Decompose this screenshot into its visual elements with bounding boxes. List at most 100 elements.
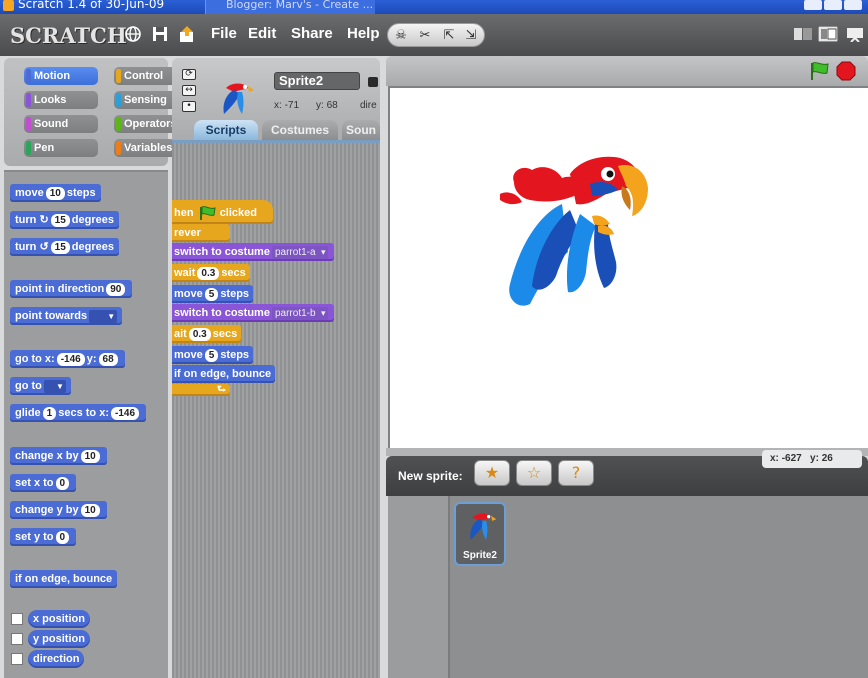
rotation-style-left-right-icon[interactable]: ↔ <box>182 85 196 96</box>
block-input[interactable]: -146 <box>56 352 85 366</box>
block-input[interactable]: 0 <box>55 476 70 490</box>
paint-new-sprite-icon[interactable]: ★ <box>474 460 510 486</box>
block-input[interactable]: 90 <box>106 282 126 296</box>
costume-dropdown[interactable]: parrot1-b <box>271 306 328 320</box>
checkbox-direction[interactable] <box>11 653 23 665</box>
block-turn-clockwise[interactable]: turn ↻ 15 degrees <box>10 211 119 229</box>
rotation-style-none-icon[interactable]: • <box>182 101 196 112</box>
block-switch-costume-a[interactable]: switch to costume parrot1-a <box>172 243 334 261</box>
share-upload-icon[interactable] <box>178 25 196 43</box>
scissors-icon[interactable]: ✂ <box>416 27 434 45</box>
menu-file[interactable]: File <box>211 25 237 42</box>
block-input[interactable]: 15 <box>50 240 70 254</box>
reporter-x-position[interactable]: x position <box>28 610 90 628</box>
block-input[interactable]: 0 <box>55 530 70 544</box>
block-go-to-xy[interactable]: go to x: -146 y: 68 <box>10 350 125 368</box>
close-button[interactable] <box>844 0 862 10</box>
stop-sign-icon[interactable] <box>836 61 856 81</box>
block-text: set x to <box>15 477 54 489</box>
block-glide[interactable]: glide 1 secs to x: -146 <box>10 404 146 422</box>
block-wait-1[interactable]: wait 0.3 secs <box>172 264 250 282</box>
menu-share[interactable]: Share <box>291 25 333 42</box>
block-input[interactable]: 68 <box>98 352 118 366</box>
normal-stage-icon[interactable] <box>818 26 838 42</box>
block-wait-2[interactable]: ait 0.3 secs <box>172 325 242 343</box>
small-stage-icon[interactable] <box>793 26 813 42</box>
minimize-button[interactable] <box>804 0 822 10</box>
scripts-area[interactable]: hen clicked rever switch to costume parro… <box>172 140 380 678</box>
block-change-x[interactable]: change x by 10 <box>10 447 107 465</box>
checkbox-y-position[interactable] <box>11 633 23 645</box>
block-move-steps[interactable]: move 10 steps <box>10 184 101 202</box>
category-looks[interactable]: Looks <box>24 91 98 109</box>
block-input[interactable]: 5 <box>204 287 219 301</box>
maximize-button[interactable] <box>824 0 842 10</box>
lock-icon[interactable] <box>368 77 378 87</box>
sprite-name-field[interactable]: Sprite2 <box>274 72 360 90</box>
block-forever[interactable]: rever <box>172 224 230 242</box>
block-move-2[interactable]: move 5 steps <box>172 346 254 364</box>
rotation-style-all-around-icon[interactable]: ⟳ <box>182 69 196 80</box>
block-input[interactable]: 10 <box>80 503 100 517</box>
x-label: x: <box>274 100 282 111</box>
block-set-x[interactable]: set x to 0 <box>10 474 77 492</box>
category-motion[interactable]: Motion <box>24 67 98 85</box>
block-text: degrees <box>71 241 114 253</box>
forever-loop-end-icon: ⮑ <box>172 384 230 396</box>
grow-icon[interactable]: ⇱ <box>440 27 458 45</box>
category-sound[interactable]: Sound <box>24 115 98 133</box>
block-when-flag-clicked[interactable]: hen clicked <box>172 200 274 224</box>
block-text: if on edge, bounce <box>174 368 272 380</box>
shrink-icon[interactable]: ⇲ <box>462 27 480 45</box>
block-set-y[interactable]: set y to 0 <box>10 528 77 546</box>
stamp-icon[interactable]: ☠ <box>392 27 410 45</box>
category-pen[interactable]: Pen <box>24 139 98 157</box>
tab-sounds[interactable]: Soun <box>342 120 380 140</box>
stage-thumbnail-column[interactable] <box>388 496 450 678</box>
block-change-y[interactable]: change y by 10 <box>10 501 107 519</box>
tab-costumes[interactable]: Costumes <box>262 120 338 140</box>
taskbar-item[interactable]: Blogger: Marv's - Create ... <box>205 0 375 14</box>
block-if-on-edge-bounce[interactable]: if on edge, bounce <box>10 570 118 588</box>
block-input[interactable]: 5 <box>204 348 219 362</box>
green-flag-icon[interactable] <box>808 61 830 81</box>
parrot-sprite[interactable] <box>500 154 650 312</box>
block-turn-counterclockwise[interactable]: turn ↺ 15 degrees <box>10 238 119 256</box>
menu-help[interactable]: Help <box>347 25 380 42</box>
sprite-thumbnail[interactable]: Sprite2 <box>454 502 506 566</box>
block-point-in-direction[interactable]: point in direction 90 <box>10 280 133 298</box>
block-switch-costume-b[interactable]: switch to costume parrot1-b <box>172 304 334 322</box>
block-go-to[interactable]: go to ▼ <box>10 377 71 395</box>
menu-edit[interactable]: Edit <box>248 25 276 42</box>
presentation-mode-icon[interactable] <box>845 26 865 42</box>
window-title: Scratch 1.4 of 30-Jun-09 <box>18 0 165 11</box>
block-point-towards[interactable]: point towards ▼ <box>10 307 123 325</box>
block-input[interactable]: 1 <box>42 406 57 420</box>
block-text: switch to costume <box>174 307 270 319</box>
stage[interactable] <box>388 86 868 448</box>
scratch-app-icon <box>3 0 14 11</box>
block-input[interactable]: 0.3 <box>188 327 211 341</box>
block-input[interactable]: 10 <box>80 449 100 463</box>
category-label: Operators <box>124 118 177 130</box>
tab-scripts[interactable]: Scripts <box>194 120 258 140</box>
block-input[interactable]: -146 <box>110 406 139 420</box>
chevron-down-icon[interactable]: ▼ <box>43 379 66 393</box>
block-if-on-edge-bounce-script[interactable]: if on edge, bounce <box>172 365 276 383</box>
block-text: change y by <box>15 504 79 516</box>
checkbox-x-position[interactable] <box>11 613 23 625</box>
category-label: Looks <box>34 94 67 106</box>
surprise-sprite-icon[interactable]: ? <box>558 460 594 486</box>
save-icon[interactable] <box>151 25 169 43</box>
block-move-1[interactable]: move 5 steps <box>172 285 254 303</box>
block-input[interactable]: 10 <box>45 186 65 200</box>
choose-sprite-file-icon[interactable]: ☆ <box>516 460 552 486</box>
block-input[interactable]: 0.3 <box>197 266 220 280</box>
chevron-down-icon[interactable]: ▼ <box>89 309 118 323</box>
block-input[interactable]: 15 <box>50 213 70 227</box>
reporter-direction[interactable]: direction <box>28 650 85 668</box>
reporter-y-position[interactable]: y position <box>28 630 90 648</box>
globe-icon[interactable] <box>124 25 142 43</box>
costume-dropdown[interactable]: parrot1-a <box>271 245 328 259</box>
block-text: clicked <box>219 207 257 219</box>
